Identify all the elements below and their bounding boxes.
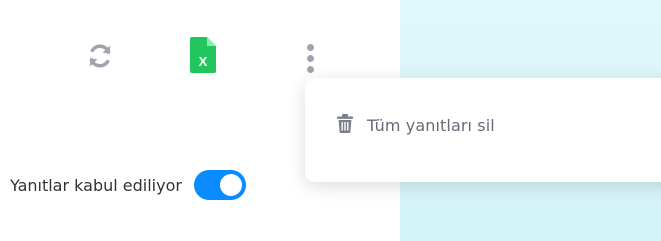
accepting-responses-toggle[interactable]	[193, 170, 246, 200]
more-vertical-icon	[306, 43, 314, 73]
refresh-icon	[84, 40, 116, 76]
options-dropdown-menu: Tüm yanıtları sil	[305, 78, 661, 182]
export-excel-button[interactable]: X	[188, 36, 218, 78]
menu-item-delete-all-responses[interactable]: Tüm yanıtları sil	[337, 114, 495, 137]
accepting-responses-label: Yanıtlar kabul ediliyor	[10, 175, 182, 195]
more-options-button[interactable]	[298, 38, 322, 78]
menu-item-label: Tüm yanıtları sil	[367, 116, 495, 135]
trash-icon	[337, 114, 353, 137]
toggle-knob	[219, 174, 242, 196]
excel-badge: X	[199, 54, 208, 69]
accepting-responses-row: Yanıtlar kabul ediliyor	[10, 170, 246, 200]
excel-file-icon: X	[190, 37, 216, 77]
refresh-button[interactable]	[80, 38, 120, 78]
